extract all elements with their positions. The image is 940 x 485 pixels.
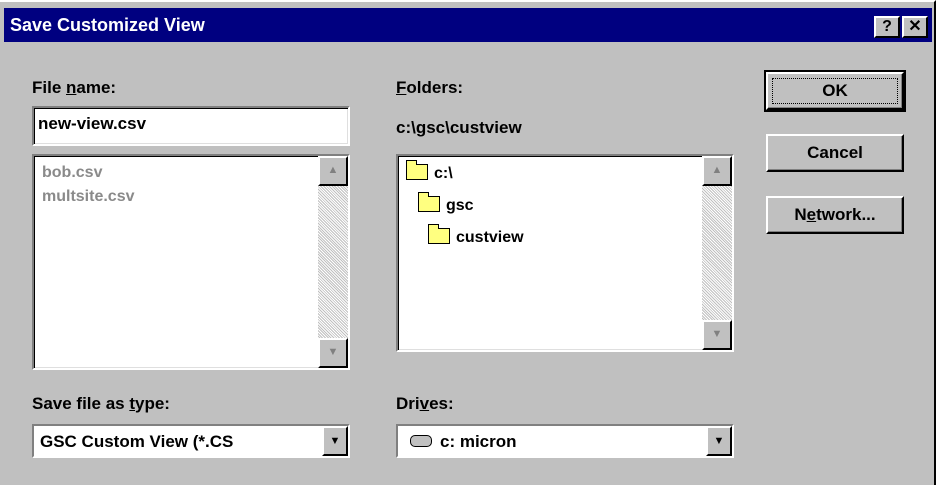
save-type-value: GSC Custom View (*.CS (40, 432, 234, 451)
save-type-select[interactable]: GSC Custom View (*.CS ▼ (32, 424, 350, 458)
drives-value: c: micron (410, 432, 517, 452)
scroll-down-arrow-icon[interactable]: ▼ (702, 320, 732, 350)
file-name-input[interactable]: new-view.csv (32, 106, 350, 146)
cancel-button[interactable]: Cancel (766, 134, 904, 172)
folder-tree[interactable]: c:\ gsc custview ▲ ▼ (396, 154, 734, 352)
hard-drive-icon (410, 435, 432, 447)
help-button[interactable]: ? (874, 16, 900, 38)
ok-button[interactable]: OK (764, 70, 906, 112)
focus-rect (772, 78, 898, 104)
folder-icon (406, 160, 428, 180)
network-button[interactable]: Network... (766, 196, 904, 234)
file-name-label: File name: (32, 78, 117, 97)
scroll-up-arrow-icon[interactable]: ▲ (702, 156, 732, 186)
dropdown-arrow-icon[interactable]: ▼ (706, 426, 732, 456)
file-list-scrollbar[interactable]: ▲ ▼ (318, 156, 348, 368)
folder-icon (418, 192, 440, 212)
file-list-item[interactable]: multsite.csv (42, 188, 134, 206)
file-list-item[interactable]: bob.csv (42, 164, 102, 182)
scroll-down-arrow-icon[interactable]: ▼ (318, 338, 348, 368)
network-label: Network... (794, 205, 876, 224)
file-name-value: new-view.csv (38, 114, 147, 133)
folder-tree-scrollbar[interactable]: ▲ ▼ (702, 156, 732, 350)
window-title: Save Customized View (10, 15, 205, 35)
close-icon: ✕ (908, 18, 922, 35)
drives-select[interactable]: c: micron ▼ (396, 424, 734, 458)
drives-label: Drives: (396, 394, 454, 413)
save-type-label: Save file as type: (32, 394, 170, 413)
folder-icon (428, 224, 450, 244)
title-bar[interactable]: Save Customized View ? ✕ (4, 8, 932, 42)
save-dialog: Save Customized View ? ✕ File name: new-… (0, 0, 936, 485)
current-folder-path: c:\gsc\custview (396, 118, 522, 137)
cancel-label: Cancel (807, 143, 863, 162)
close-button[interactable]: ✕ (902, 16, 928, 38)
file-list[interactable]: bob.csv multsite.csv ▲ ▼ (32, 154, 350, 370)
folder-item-gsc[interactable]: gsc (418, 192, 474, 215)
folders-label: Folders: (396, 78, 464, 97)
folder-item-custview[interactable]: custview (428, 224, 524, 247)
folder-item-root[interactable]: c:\ (406, 160, 453, 183)
dropdown-arrow-icon[interactable]: ▼ (322, 426, 348, 456)
scroll-up-arrow-icon[interactable]: ▲ (318, 156, 348, 186)
